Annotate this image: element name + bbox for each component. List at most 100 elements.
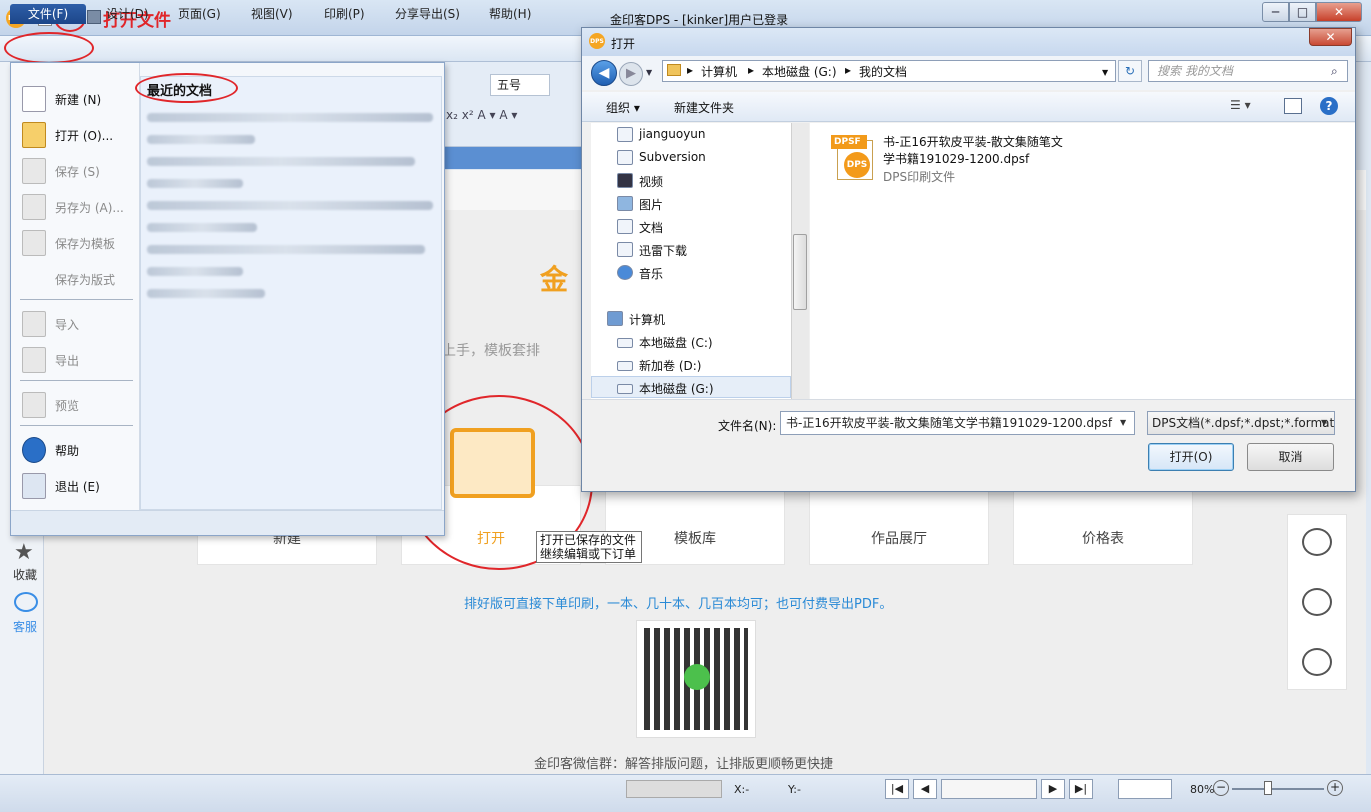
- wechat-contact-icon[interactable]: [1302, 588, 1332, 616]
- sidebar-favorites[interactable]: 收藏: [13, 566, 37, 583]
- chat-bubble-icon[interactable]: [14, 592, 38, 612]
- recent-item-blurred[interactable]: [147, 157, 415, 166]
- minimize-button[interactable]: ─: [1262, 2, 1289, 22]
- sidebar-customer-service[interactable]: 客服: [13, 618, 37, 635]
- tree-item-label: 音乐: [639, 267, 664, 281]
- back-arrow-icon[interactable]: ◀: [591, 60, 617, 86]
- search-input[interactable]: 搜索 我的文档: [1148, 60, 1348, 82]
- picture-icon: [617, 196, 633, 211]
- file-menu-new[interactable]: 新建 (N): [20, 84, 138, 114]
- video-icon: [617, 173, 633, 188]
- tree-item-label: 计算机: [629, 313, 666, 327]
- recent-item-blurred[interactable]: [147, 179, 243, 188]
- recent-item-blurred[interactable]: [147, 201, 433, 210]
- y-coordinate: Y:-: [788, 783, 801, 796]
- dialog-title: 打开: [611, 37, 636, 51]
- file-menu-save[interactable]: 保存 (S): [20, 156, 138, 186]
- filetype-select[interactable]: DPS文档(*.dpsf;*.dpst;*.format: [1147, 411, 1335, 435]
- star-icon[interactable]: ★: [14, 540, 34, 565]
- file-menu-import[interactable]: 导入: [20, 309, 138, 339]
- tree-item-label: 本地磁盘 (C:): [639, 336, 713, 350]
- file-name-line-2[interactable]: 学书籍191029-1200.dpsf: [883, 150, 1029, 167]
- zoom-out-button[interactable]: −: [1213, 780, 1229, 796]
- close-button[interactable]: ✕: [1316, 2, 1362, 22]
- file-menu-open[interactable]: 打开 (O)...: [20, 120, 138, 150]
- address-dropdown-icon[interactable]: ▼: [1102, 68, 1108, 77]
- tree-scrollbar-thumb[interactable]: [793, 234, 807, 310]
- next-page-button[interactable]: ▶: [1041, 779, 1065, 799]
- file-name-line-1[interactable]: 书-正16开软皮平装-散文集随笔文: [883, 133, 1063, 150]
- file-menu-help[interactable]: 帮助: [20, 435, 138, 465]
- prev-page-button[interactable]: ◀: [913, 779, 937, 799]
- dialog-logo: DPS: [589, 33, 605, 49]
- breadcrumb-my-documents[interactable]: 我的文档: [859, 63, 907, 80]
- folder-icon: [667, 64, 681, 76]
- export-icon: [22, 347, 46, 373]
- status-progress: [626, 780, 722, 798]
- recent-item-blurred[interactable]: [147, 245, 425, 254]
- recent-item-blurred[interactable]: [147, 223, 257, 232]
- view-options-icon[interactable]: ☰ ▾: [1230, 98, 1268, 116]
- last-page-button[interactable]: ▶|: [1069, 779, 1093, 799]
- annotation-circle-file-menu: [4, 32, 94, 64]
- view-mode-icon[interactable]: [1118, 779, 1172, 799]
- file-menu-preview[interactable]: 预览: [20, 390, 138, 420]
- crumb-separator: ▸: [687, 63, 694, 77]
- filename-input[interactable]: 书-正16开软皮平装-散文集随笔文学书籍191029-1200.dpsf: [780, 411, 1135, 435]
- recent-item-blurred[interactable]: [147, 289, 265, 298]
- file-menu-save-format[interactable]: 保存为版式: [20, 264, 138, 294]
- cancel-button[interactable]: 取消: [1247, 443, 1334, 471]
- search-icon[interactable]: ⌕: [1331, 64, 1338, 79]
- quick-save-icon[interactable]: [87, 10, 101, 24]
- save-template-icon: [22, 230, 46, 256]
- refresh-icon[interactable]: ↻: [1118, 60, 1142, 82]
- menu-share-export[interactable]: 分享导出(S): [389, 4, 466, 24]
- zoom-slider-track[interactable]: [1232, 788, 1324, 790]
- menu-design[interactable]: 设计(D): [100, 4, 155, 24]
- preview-pane-icon[interactable]: [1284, 98, 1302, 114]
- file-menu-new-label: 新建 (N): [55, 93, 102, 107]
- recent-item-blurred[interactable]: [147, 267, 243, 276]
- qq-icon[interactable]: [1302, 528, 1332, 556]
- file-menu-export[interactable]: 导出: [20, 345, 138, 375]
- menu-print[interactable]: 印刷(P): [318, 4, 371, 24]
- menu-page[interactable]: 页面(G): [172, 4, 227, 24]
- computer-icon: [607, 311, 623, 326]
- drive-icon: [617, 384, 633, 394]
- tree-item-label: jianguoyun: [639, 127, 706, 141]
- menu-help[interactable]: 帮助(H): [483, 4, 537, 24]
- menu-view[interactable]: 视图(V): [245, 4, 299, 24]
- recent-item-blurred[interactable]: [147, 135, 255, 144]
- breadcrumb-drive-g[interactable]: 本地磁盘 (G:): [762, 63, 837, 80]
- card-gallery[interactable]: 作品展厅: [809, 485, 989, 565]
- first-page-button[interactable]: |◀: [885, 779, 909, 799]
- help-icon: [22, 437, 46, 463]
- save-as-icon: [22, 194, 46, 220]
- folder-icon: [617, 150, 633, 165]
- filename-label: 文件名(N):: [718, 419, 777, 433]
- maximize-button[interactable]: □: [1289, 2, 1316, 22]
- card-price-list[interactable]: 价格表: [1013, 485, 1193, 565]
- filename-dropdown-icon[interactable]: ▼: [1120, 418, 1126, 427]
- format-buttons[interactable]: x₂ x² A ▾ A ▾: [446, 108, 566, 130]
- filetype-dropdown-icon[interactable]: ▼: [1321, 418, 1327, 427]
- file-menu-exit[interactable]: 退出 (E): [20, 471, 138, 501]
- file-menu-save-template[interactable]: 保存为模板: [20, 228, 138, 258]
- forward-arrow-icon[interactable]: ▶: [619, 62, 643, 86]
- organize-button[interactable]: 组织 ▾: [606, 99, 640, 116]
- zoom-slider-thumb[interactable]: [1264, 781, 1272, 795]
- file-menu-save-as[interactable]: 另存为 (A)...: [20, 192, 138, 222]
- tree-item-label: 文档: [639, 221, 664, 235]
- font-size-select[interactable]: 五号: [490, 74, 550, 96]
- breadcrumb-computer[interactable]: 计算机: [701, 63, 737, 80]
- page-selector[interactable]: [941, 779, 1037, 799]
- new-folder-button[interactable]: 新建文件夹: [674, 99, 734, 116]
- history-dropdown-icon[interactable]: ▼: [646, 68, 652, 77]
- dialog-help-icon[interactable]: ?: [1320, 97, 1338, 115]
- zoom-in-button[interactable]: +: [1327, 780, 1343, 796]
- menu-file[interactable]: 文件(F): [10, 4, 86, 24]
- support-agent-icon[interactable]: [1302, 648, 1332, 676]
- dialog-close-button[interactable]: ✕: [1309, 28, 1352, 46]
- recent-item-blurred[interactable]: [147, 113, 433, 122]
- open-button[interactable]: 打开(O): [1148, 443, 1234, 471]
